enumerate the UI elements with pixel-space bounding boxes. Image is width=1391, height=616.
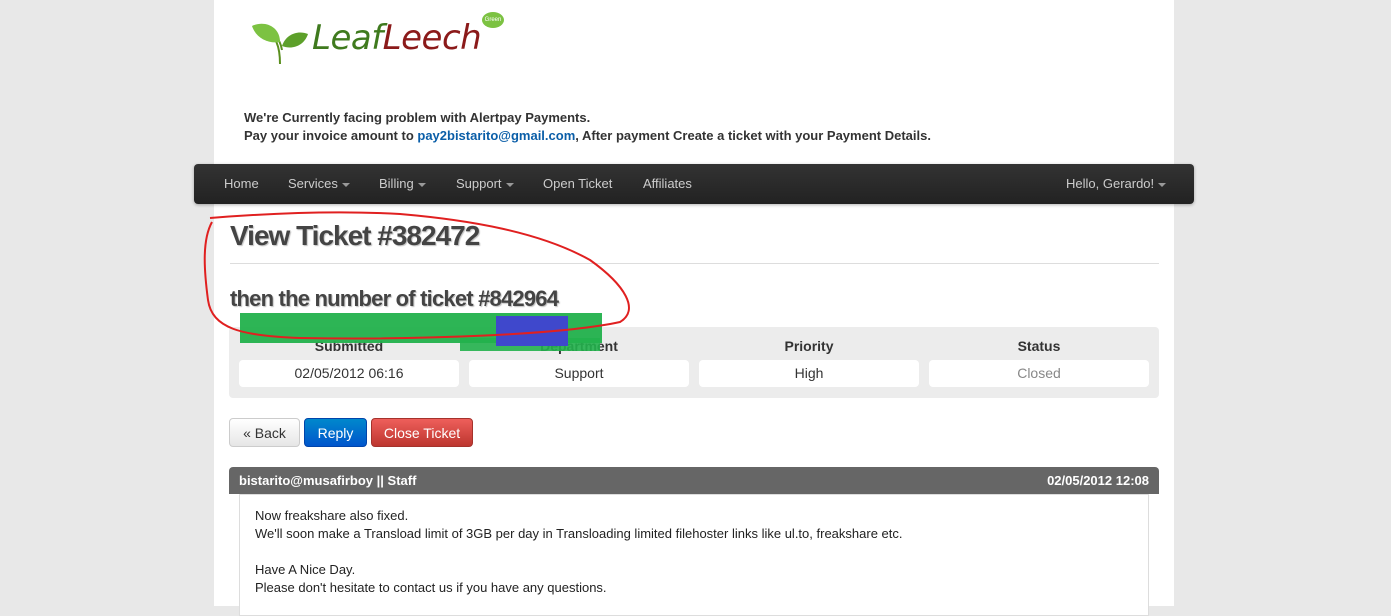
info-priority: Priority High (699, 327, 919, 387)
message-line: We'll soon make a Transload limit of 3GB… (255, 526, 903, 541)
info-value: High (699, 360, 919, 387)
page-subtitle: then the number of ticket #842964 (230, 286, 559, 311)
nav-billing[interactable]: Billing (379, 164, 426, 204)
site-logo[interactable]: LeafLeech Green (250, 10, 510, 80)
payment-notice: We're Currently facing problem with Aler… (244, 109, 931, 145)
nav-services[interactable]: Services (288, 164, 350, 204)
nav-open-ticket[interactable]: Open Ticket (543, 164, 612, 204)
nav-user-menu[interactable]: Hello, Gerardo! (1066, 164, 1167, 204)
caret-down-icon (505, 182, 514, 187)
info-value: Support (469, 360, 689, 387)
top-navbar: Home Services Billing Support Open Ticke… (194, 164, 1194, 204)
notice-line-2: Pay your invoice amount to pay2bistarito… (244, 128, 931, 143)
message-date: 02/05/2012 12:08 (1047, 473, 1149, 488)
nav-affiliates[interactable]: Affiliates (643, 164, 692, 204)
close-ticket-button[interactable]: Close Ticket (371, 418, 473, 447)
message-author: bistarito@musafirboy || Staff (239, 473, 417, 488)
leaf-icon (252, 23, 308, 65)
info-submitted: Submitted 02/05/2012 06:16 (239, 327, 459, 387)
logo-badge: Green (482, 12, 504, 28)
info-label: Submitted (314, 338, 384, 354)
message-header: bistarito@musafirboy || Staff 02/05/2012… (229, 467, 1159, 494)
caret-down-icon (1158, 182, 1167, 187)
page-title: View Ticket #382472 (230, 220, 480, 251)
caret-down-icon (417, 182, 426, 187)
info-label: Department (540, 338, 618, 354)
nav-support[interactable]: Support (456, 164, 514, 204)
info-label: Priority (784, 338, 834, 354)
status-badge: Closed (929, 360, 1149, 387)
payment-email-link[interactable]: pay2bistarito@gmail.com (417, 128, 575, 143)
nav-home[interactable]: Home (224, 164, 259, 204)
info-value: 02/05/2012 06:16 (239, 360, 459, 387)
message-body: Now freakshare also fixed. We'll soon ma… (239, 494, 1149, 616)
title-divider (230, 263, 1159, 264)
info-department: Department Support (469, 327, 689, 387)
info-status: Status Closed (929, 327, 1149, 387)
caret-down-icon (341, 182, 350, 187)
notice-line-1: We're Currently facing problem with Aler… (244, 110, 591, 125)
message-line: Have A Nice Day. (255, 562, 356, 577)
info-label: Status (1017, 338, 1061, 354)
reply-button[interactable]: Reply (304, 418, 367, 447)
message-line: Please don't hesitate to contact us if y… (255, 580, 607, 595)
back-button[interactable]: « Back (229, 418, 300, 447)
logo-text: LeafLeech (312, 18, 482, 58)
message-line: Now freakshare also fixed. (255, 508, 409, 523)
ticket-info-panel: Submitted 02/05/2012 06:16 Department Su… (229, 327, 1159, 398)
